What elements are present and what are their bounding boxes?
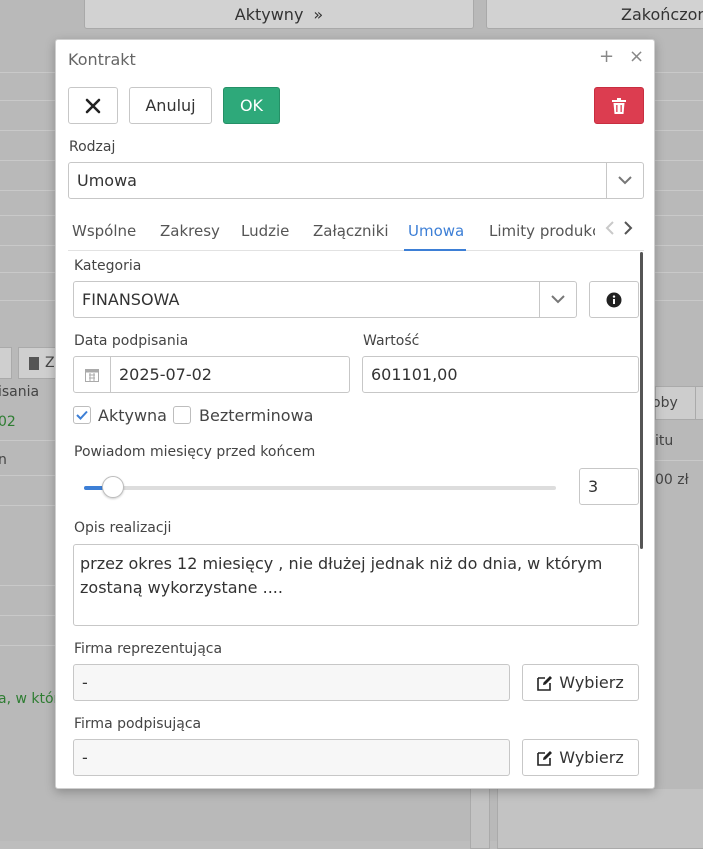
sign-company-value: - — [82, 748, 88, 767]
bg-active-label: Aktywny — [234, 4, 304, 24]
rep-company-value: - — [82, 673, 88, 692]
bg-row-line — [655, 460, 703, 461]
value-value: 601101,00 — [371, 365, 458, 384]
bg-tab — [0, 347, 12, 379]
type-label: Rodzaj — [69, 139, 116, 155]
signing-date-field[interactable]: 2025-07-02 — [73, 356, 350, 393]
tab-attachments[interactable]: Załączniki — [313, 222, 389, 240]
check-icon — [76, 410, 88, 420]
notify-months-input[interactable]: 3 — [579, 468, 639, 505]
delete-button[interactable] — [594, 87, 644, 124]
signing-date-value: 2025-07-02 — [119, 365, 212, 384]
description-textarea[interactable]: przez okres 12 miesięcy , nie dłużej jed… — [73, 544, 639, 626]
description-label: Opis realizacji — [74, 520, 172, 536]
category-select[interactable]: FINANSOWA — [73, 281, 577, 318]
notify-slider-track[interactable] — [84, 486, 556, 490]
bg-tab-z: Z — [18, 347, 58, 379]
category-info-button[interactable] — [589, 281, 639, 318]
close-icon[interactable]: × — [629, 46, 644, 67]
bg-right-col-value: 00 zł — [655, 472, 689, 488]
bg-col-desc: a, w któr — [0, 691, 60, 707]
info-icon — [606, 292, 622, 307]
tab-production-limits[interactable]: Limity produkc — [489, 222, 595, 240]
edit-icon — [537, 675, 553, 691]
signing-date-label: Data podpisania — [74, 333, 189, 349]
edit-icon — [537, 750, 553, 766]
bg-tab-z-label: Z — [45, 355, 55, 371]
bg-active-filter-button: Aktywny » — [84, 0, 474, 29]
rep-company-pick-label: Wybierz — [559, 673, 624, 692]
category-label: Kategoria — [74, 258, 142, 274]
chevron-down-icon[interactable] — [539, 282, 576, 317]
bg-row-line — [0, 615, 55, 616]
double-chevron-icon: » — [313, 4, 324, 24]
sign-company-pick-button[interactable]: Wybierz — [522, 739, 639, 776]
pin-icon[interactable]: + — [599, 46, 614, 67]
file-icon — [29, 356, 39, 370]
bg-right-tab: oby — [652, 386, 699, 420]
tab-contract[interactable]: Umowa — [408, 222, 464, 240]
bg-panel-edge — [497, 789, 703, 849]
bg-row-line — [0, 585, 55, 586]
tab-scopes[interactable]: Zakresy — [160, 222, 220, 240]
rep-company-field: - — [73, 664, 510, 701]
dialog-title: Kontrakt — [68, 50, 136, 69]
notify-label: Powiadom miesięcy przed końcem — [74, 444, 316, 460]
bg-right-col-label: itu — [655, 433, 674, 449]
indefinite-checkbox-label[interactable]: Bezterminowa — [199, 406, 313, 425]
sign-company-field: - — [73, 739, 510, 776]
rep-company-pick-button[interactable]: Wybierz — [522, 664, 639, 701]
tab-people[interactable]: Ludzie — [241, 222, 289, 240]
calendar-icon[interactable] — [74, 357, 111, 392]
x-icon — [85, 98, 101, 113]
bg-row-line — [0, 645, 55, 646]
bg-ended-label: Zakończon — [621, 4, 703, 24]
trash-icon — [612, 97, 626, 114]
value-label: Wartość — [363, 333, 420, 349]
tab-scroll-left-icon[interactable] — [605, 219, 615, 240]
notify-months-value: 3 — [588, 477, 599, 496]
sign-company-pick-label: Wybierz — [559, 748, 624, 767]
bg-row-line — [0, 440, 55, 441]
content-scrollbar[interactable] — [640, 252, 643, 549]
active-checkbox-label[interactable]: Aktywna — [98, 406, 167, 425]
bg-ended-filter-button: Zakończon — [486, 0, 703, 29]
bg-right-tab — [695, 386, 703, 420]
bg-col-label: isania — [0, 384, 40, 400]
bg-col-n: n — [0, 452, 7, 468]
close-x-button[interactable] — [68, 87, 118, 124]
bg-panel-edge — [470, 789, 490, 849]
chevron-down-icon[interactable] — [606, 163, 643, 198]
value-field[interactable]: 601101,00 — [362, 356, 639, 393]
bg-right-tab-label: oby — [652, 395, 678, 411]
tab-scroll-right-icon[interactable] — [623, 219, 633, 240]
type-value: Umowa — [77, 171, 137, 190]
tab-common[interactable]: Wspólne — [72, 222, 136, 240]
active-checkbox[interactable] — [73, 406, 91, 424]
bg-row-line — [0, 505, 55, 506]
contract-dialog: Kontrakt + × Anuluj OK Rodzaj Umowa Wspó… — [55, 39, 655, 789]
rep-company-label: Firma reprezentująca — [74, 641, 223, 657]
tab-bar: Wspólne Zakresy Ludzie Załączniki Umowa … — [68, 215, 644, 251]
type-select[interactable]: Umowa — [68, 162, 644, 199]
active-tab-indicator — [404, 249, 466, 251]
sign-company-label: Firma podpisująca — [74, 716, 202, 732]
cancel-button[interactable]: Anuluj — [129, 87, 212, 124]
notify-slider-handle[interactable] — [101, 476, 124, 498]
bg-row-line — [0, 475, 55, 476]
indefinite-checkbox[interactable] — [173, 406, 191, 424]
ok-button[interactable]: OK — [223, 87, 280, 124]
category-value: FINANSOWA — [82, 290, 180, 309]
bg-col-date: 02 — [0, 414, 16, 430]
